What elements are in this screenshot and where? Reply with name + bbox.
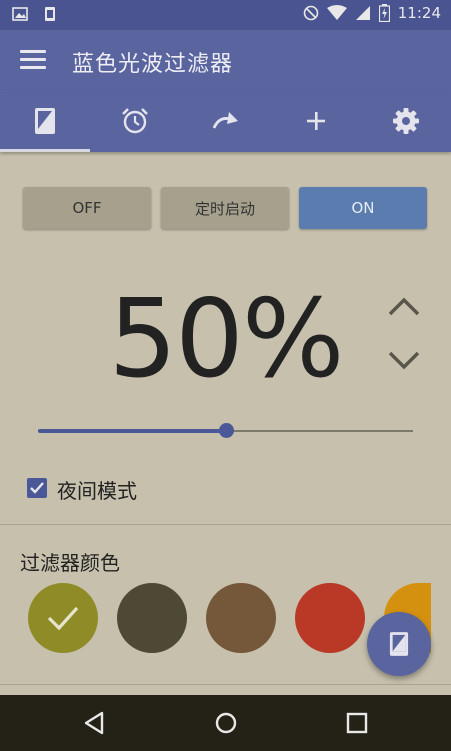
wifi-icon <box>326 5 347 20</box>
gear-icon <box>392 108 419 134</box>
home-circle-icon[interactable] <box>212 709 240 737</box>
divider <box>0 684 451 685</box>
divider <box>0 524 451 525</box>
filter-color-title: 过滤器颜色 <box>20 551 120 575</box>
main-content: OFF 定时启动 ON 50% 夜间模式 过滤器颜色 <box>0 152 451 695</box>
slider-fill <box>38 429 226 433</box>
app-bar: 蓝色光波过滤器 <box>0 30 451 90</box>
image-icon <box>12 7 28 21</box>
checkmark-icon <box>47 606 79 631</box>
tab-filter[interactable] <box>0 90 91 152</box>
checkmark-icon <box>30 482 44 494</box>
color-swatch[interactable] <box>117 583 187 653</box>
battery-charging-icon <box>378 4 390 22</box>
opacity-percent: 50% <box>108 277 344 402</box>
redo-arrow-icon <box>212 112 238 129</box>
on-button[interactable]: ON <box>299 187 427 229</box>
filter-fab-button[interactable] <box>367 612 431 676</box>
night-mode-checkbox[interactable] <box>27 478 47 498</box>
tab-schedule[interactable] <box>90 90 180 152</box>
opacity-slider[interactable] <box>38 423 413 438</box>
timer-button[interactable]: 定时启动 <box>161 187 289 229</box>
navigation-bar <box>0 695 451 751</box>
status-bar: 11:24 <box>0 0 451 30</box>
night-mode-label: 夜间模式 <box>57 479 137 503</box>
signal-icon <box>355 6 370 20</box>
status-time: 11:24 <box>397 4 441 22</box>
tab-redo[interactable] <box>180 90 270 152</box>
back-triangle-icon[interactable] <box>80 709 108 737</box>
sim-icon <box>45 7 55 21</box>
plus-icon <box>306 112 325 130</box>
tab-settings[interactable] <box>361 90 451 152</box>
chevron-up-icon[interactable] <box>386 292 422 322</box>
app-title: 蓝色光波过滤器 <box>72 52 234 77</box>
off-button[interactable]: OFF <box>23 187 151 229</box>
chevron-down-icon[interactable] <box>386 345 422 375</box>
alarm-clock-icon <box>122 108 149 134</box>
color-swatch[interactable] <box>295 583 365 653</box>
phone-filter-icon <box>389 632 409 656</box>
slider-thumb[interactable] <box>218 423 234 438</box>
tab-add[interactable] <box>271 90 361 152</box>
color-swatch[interactable] <box>28 583 98 653</box>
hamburger-menu-icon[interactable] <box>20 50 46 72</box>
do-not-disturb-icon <box>303 5 319 21</box>
recents-square-icon[interactable] <box>343 709 371 737</box>
color-swatch[interactable] <box>206 583 276 653</box>
phone-filter-icon <box>35 108 56 134</box>
tab-bar <box>0 90 451 152</box>
